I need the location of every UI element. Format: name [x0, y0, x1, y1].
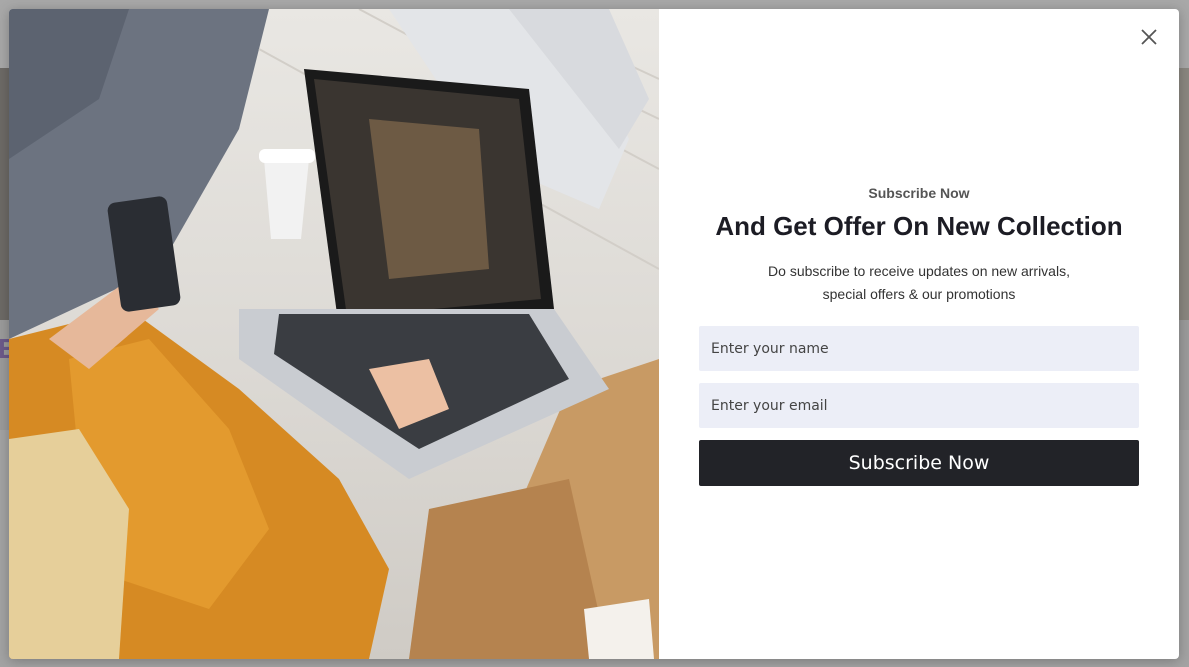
subscribe-modal: Subscribe Now And Get Offer On New Colle… — [9, 9, 1179, 659]
subscribe-button[interactable]: Subscribe Now — [699, 440, 1139, 486]
description-line-1: Do subscribe to receive updates on new a… — [768, 263, 1070, 279]
subscribe-eyebrow: Subscribe Now — [868, 185, 970, 201]
description-line-2: special offers & our promotions — [822, 286, 1016, 302]
email-input[interactable] — [699, 383, 1139, 428]
subscribe-description: Do subscribe to receive updates on new a… — [659, 260, 1179, 306]
promo-photo — [9, 9, 659, 659]
name-input[interactable] — [699, 326, 1139, 371]
subscribe-form-panel: Subscribe Now And Get Offer On New Colle… — [659, 9, 1179, 659]
offer-headline: And Get Offer On New Collection — [715, 211, 1123, 241]
